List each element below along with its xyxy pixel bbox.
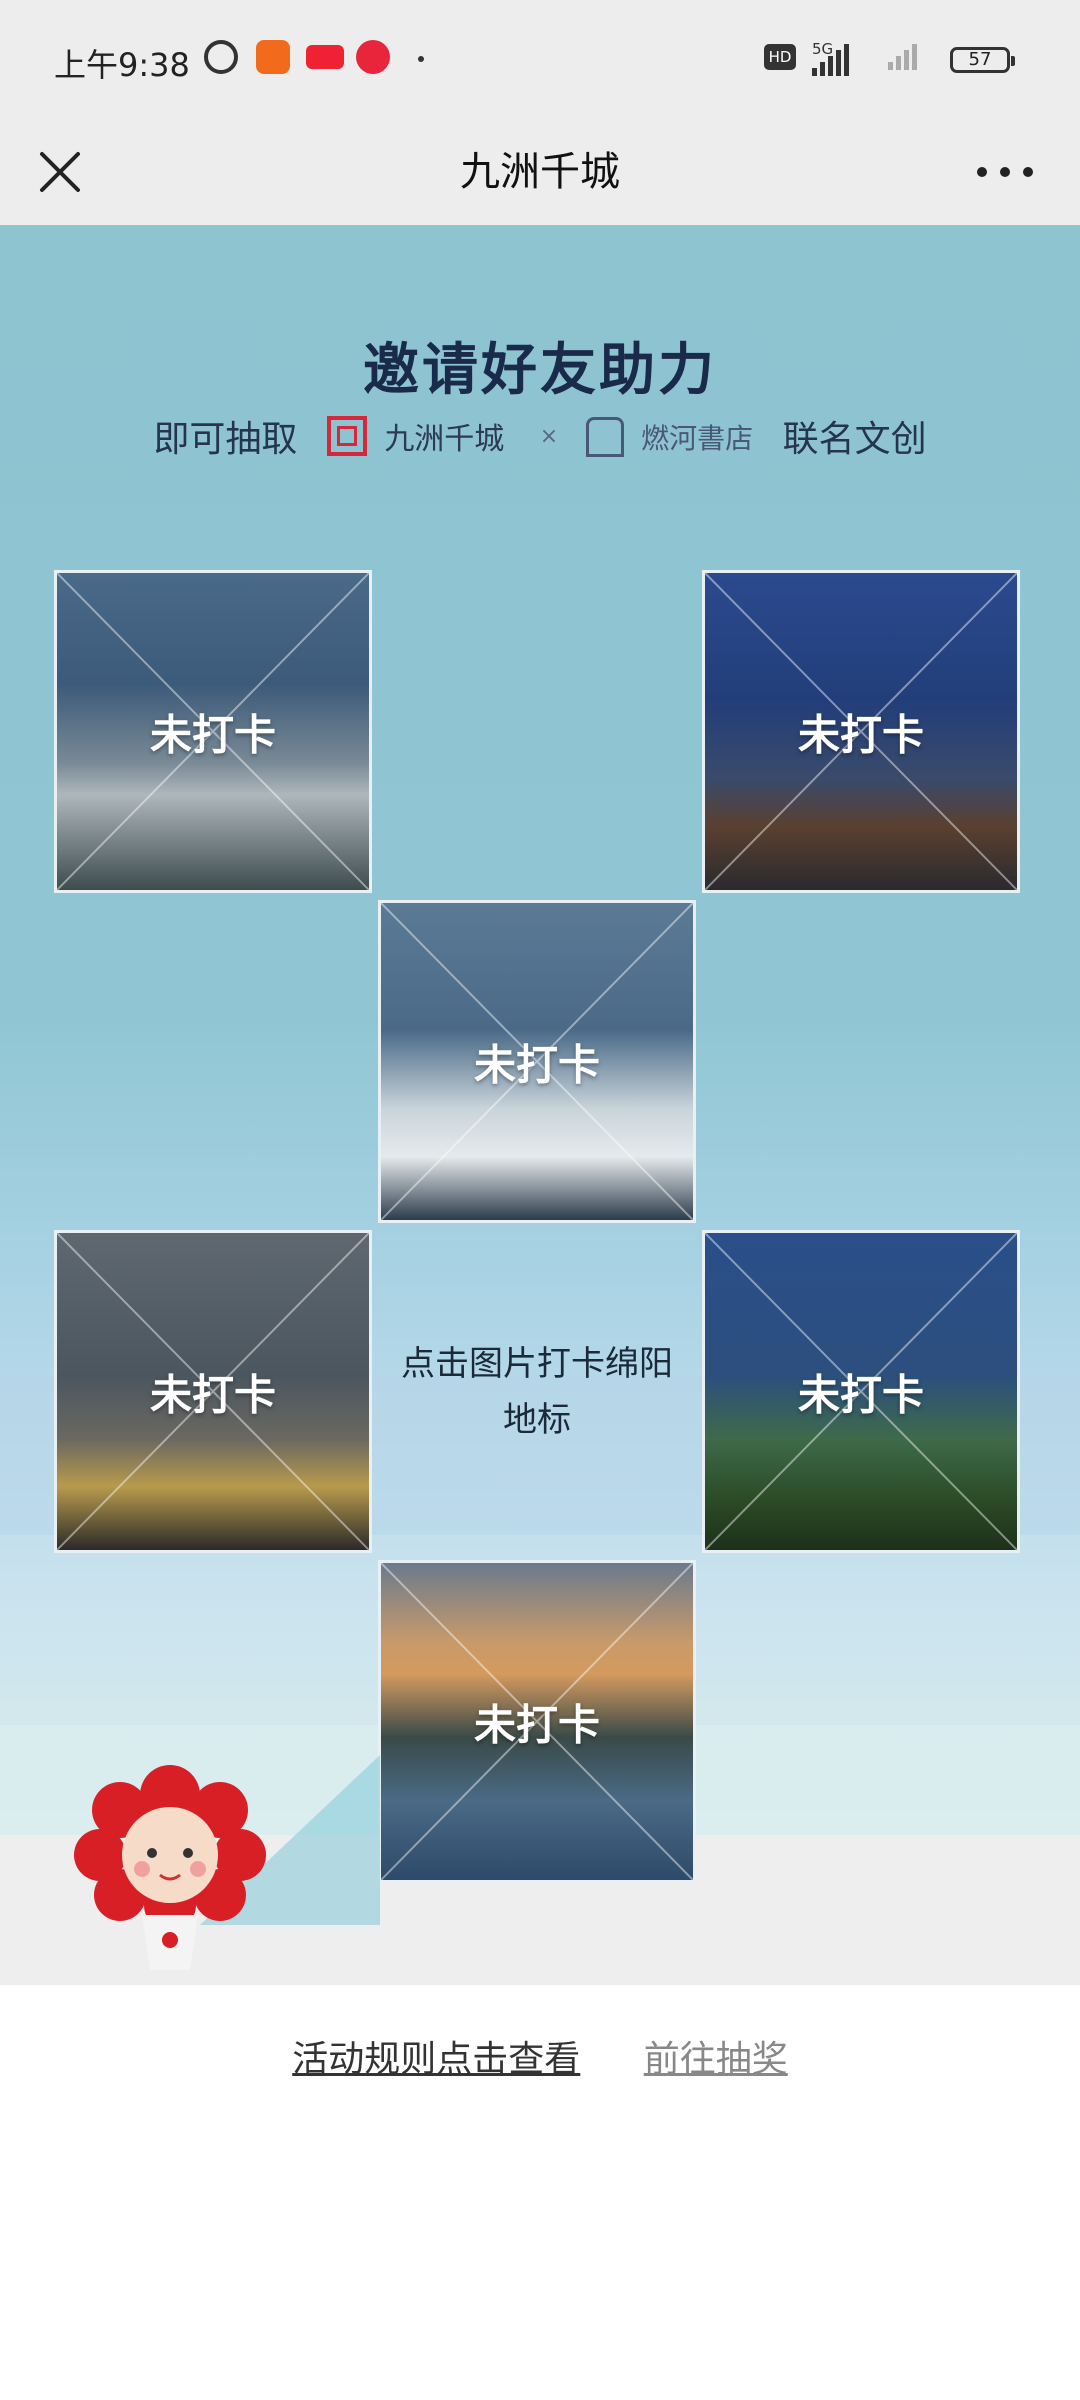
brand2-name: 燃河書店 (641, 422, 754, 455)
landmark-tile-1[interactable]: 未打卡 (54, 570, 372, 893)
landmark-tile-5[interactable]: 未打卡 (702, 1230, 1020, 1553)
message-notification-icon (356, 40, 390, 74)
nav-bar: 九洲千城 (0, 120, 1080, 225)
campaign-headline: 邀请好友助力 (363, 338, 717, 403)
brand-logo-jiuzhou: 九洲千城 (326, 414, 505, 458)
campaign-panel: 邀请好友助力 即可抽取 九洲千城 × 燃河書店 联名文创 未打卡 未打卡 未打卡… (0, 225, 1080, 1985)
news-notification-icon (306, 45, 344, 69)
landmark-tile-4[interactable]: 未打卡 (54, 1230, 372, 1553)
alarm-icon (204, 40, 238, 74)
tile-status-label: 未打卡 (797, 710, 924, 759)
signal-strength-icon (812, 44, 852, 76)
brand-logo-bookstore: 燃河書店 (585, 415, 754, 457)
bookstore-logo-icon (585, 417, 624, 457)
landmark-tile-2[interactable]: 未打卡 (702, 570, 1020, 893)
landmark-tile-6[interactable]: 未打卡 (378, 1560, 696, 1883)
tile-status-label: 未打卡 (473, 1700, 600, 1749)
mascot-icon (74, 1765, 266, 1970)
landmark-tile-3[interactable]: 未打卡 (378, 900, 696, 1223)
app-notification-icon (256, 40, 290, 74)
sub-suffix: 联名文创 (782, 419, 927, 460)
status-bar: 上午9:38 HD 5G 57 (0, 0, 1080, 120)
hd-icon: HD (764, 44, 796, 70)
center-hint: 点击图片打卡绵阳地标 (401, 1343, 673, 1440)
tile-status-label: 未打卡 (473, 1040, 600, 1089)
sub-prefix: 即可抽取 (153, 419, 298, 460)
jiuzhou-logo-icon (326, 416, 367, 456)
tile-status-label: 未打卡 (149, 710, 276, 759)
campaign-subline: 即可抽取 九洲千城 × 燃河書店 联名文创 (0, 410, 1080, 470)
more-notifications-dot (418, 56, 424, 62)
brand1-name: 九洲千城 (384, 422, 505, 457)
rules-link[interactable]: 活动规则点击查看 (292, 2030, 580, 2082)
brand-collab-x: × (539, 423, 559, 449)
signal-strength-2-icon (888, 44, 920, 76)
draw-link[interactable]: 前往抽奖 (644, 2030, 788, 2082)
tile-status-label: 未打卡 (797, 1370, 924, 1419)
battery-icon: 57 (950, 47, 1015, 73)
page-title: 九洲千城 (460, 149, 620, 195)
more-icon[interactable] (970, 142, 1040, 202)
tile-status-label: 未打卡 (149, 1370, 276, 1419)
status-time: 上午9:38 (54, 46, 190, 84)
footer-links: 活动规则点击查看 前往抽奖 (0, 2030, 1080, 2082)
